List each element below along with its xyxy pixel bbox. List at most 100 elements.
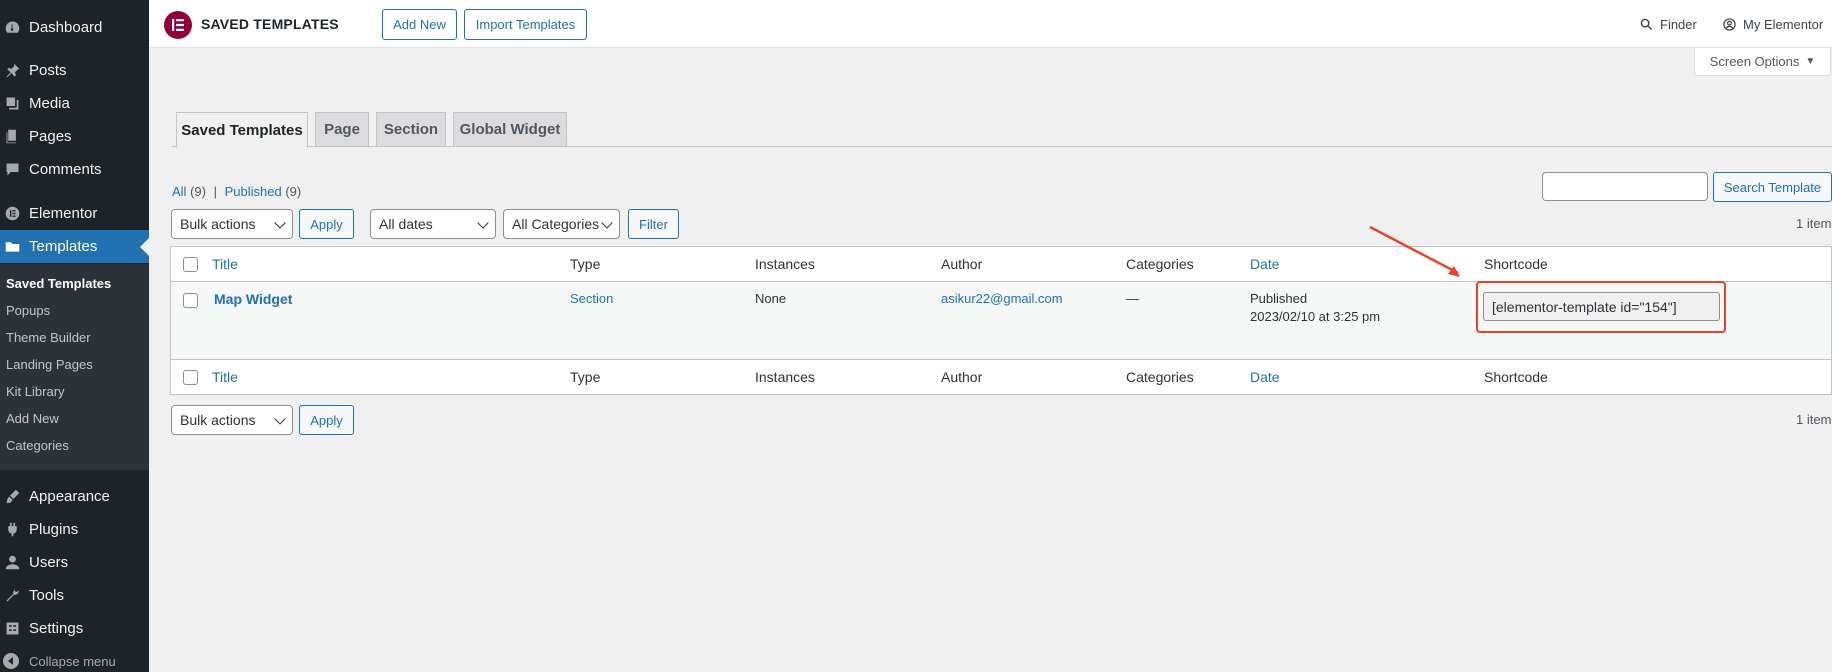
sidebar-item-label: Appearance [29, 488, 110, 505]
row-type-link[interactable]: Section [570, 291, 613, 306]
finder-link[interactable]: Finder [1640, 17, 1697, 32]
user-icon [3, 554, 21, 572]
sidebar-item-dashboard[interactable]: Dashboard [0, 11, 149, 44]
sidebar-item-label: Media [29, 95, 70, 112]
submenu-item-categories[interactable]: Categories [6, 438, 69, 453]
select-all-checkbox-footer[interactable] [183, 370, 198, 385]
column-author: Author [941, 256, 983, 272]
my-elementor-link[interactable]: My Elementor [1723, 17, 1823, 32]
sidebar-item-settings[interactable]: Settings [0, 612, 149, 645]
column-title[interactable]: Title [212, 256, 238, 272]
submenu-item-saved-templates[interactable]: Saved Templates [6, 276, 111, 291]
annotation-highlight-box [1476, 281, 1726, 333]
wrench-icon [3, 587, 21, 605]
chevron-down-icon [601, 217, 613, 229]
view-all-link[interactable]: All [172, 184, 186, 199]
folder-icon [3, 238, 21, 256]
add-new-button[interactable]: Add New [382, 9, 457, 40]
category-filter-select[interactable]: All Categories [503, 209, 620, 239]
row-date-status: Published [1250, 291, 1308, 306]
date-filter-select[interactable]: All dates [370, 209, 496, 239]
view-separator: | [213, 184, 217, 199]
chevron-down-icon [274, 413, 286, 425]
sidebar-item-elementor[interactable]: Elementor [0, 197, 149, 230]
column-date-footer[interactable]: Date [1250, 369, 1280, 385]
plugin-icon [3, 521, 21, 539]
screen-options-button[interactable]: Screen Options ▼ [1694, 48, 1831, 76]
sidebar-item-appearance[interactable]: Appearance [0, 480, 149, 513]
collapse-menu-button[interactable]: Collapse menu [0, 650, 149, 672]
column-title-footer[interactable]: Title [212, 369, 238, 385]
view-published-link[interactable]: Published [225, 184, 282, 199]
collapse-icon [3, 653, 19, 669]
submenu-item-popups[interactable]: Popups [6, 303, 50, 318]
items-count: 1 item [1796, 216, 1832, 231]
tab-section[interactable]: Section [376, 112, 446, 147]
sidebar-item-label: Comments [29, 161, 102, 178]
dashboard-icon [3, 19, 21, 37]
sidebar-item-label: Tools [29, 587, 65, 604]
row-checkbox[interactable] [183, 293, 198, 308]
pages-icon [3, 128, 21, 146]
tab-saved-templates[interactable]: Saved Templates [176, 112, 308, 148]
submenu-item-kit-library[interactable]: Kit Library [6, 384, 65, 399]
row-instances: None [755, 291, 787, 306]
row-author-link[interactable]: asikur22@gmail.com [941, 291, 1063, 306]
import-templates-button[interactable]: Import Templates [464, 9, 587, 40]
column-author-footer: Author [941, 369, 983, 385]
bulk-actions-select-bottom[interactable]: Bulk actions [171, 405, 293, 435]
items-count-bottom: 1 item [1796, 412, 1832, 427]
my-elementor-label: My Elementor [1743, 17, 1824, 32]
sidebar-item-users[interactable]: Users [0, 546, 149, 579]
view-published-count: (9) [285, 184, 302, 199]
column-shortcode: Shortcode [1484, 256, 1548, 272]
sidebar-item-tools[interactable]: Tools [0, 579, 149, 612]
sidebar-item-plugins[interactable]: Plugins [0, 513, 149, 546]
sidebar-item-media[interactable]: Media [0, 87, 149, 120]
search-template-button[interactable]: Search Template [1713, 172, 1832, 202]
user-circle-icon [1723, 18, 1736, 31]
tab-page[interactable]: Page [315, 112, 369, 147]
submenu-item-theme-builder[interactable]: Theme Builder [6, 330, 91, 345]
bulk-actions-value: Bulk actions [180, 216, 256, 232]
row-categories: — [1126, 291, 1139, 306]
filter-button[interactable]: Filter [628, 209, 679, 239]
sidebar-item-posts[interactable]: Posts [0, 54, 149, 87]
bulk-actions-value-bottom: Bulk actions [180, 412, 256, 428]
templates-submenu: Saved Templates Popups Theme Builder Lan… [0, 264, 149, 470]
column-categories-footer: Categories [1126, 369, 1194, 385]
apply-button-bottom[interactable]: Apply [299, 405, 354, 435]
sidebar-item-pages[interactable]: Pages [0, 120, 149, 153]
sidebar-item-comments[interactable]: Comments [0, 153, 149, 186]
caret-down-icon: ▼ [1805, 56, 1816, 67]
status-views: All (9) | Published (9) [172, 184, 301, 199]
elementor-logo [164, 11, 192, 39]
sidebar-item-label: Users [29, 554, 69, 571]
table-header: Title Type Instances Author Categories D… [171, 247, 1831, 282]
active-indicator [140, 238, 149, 256]
annotation-arrow [1369, 225, 1460, 277]
sidebar-item-label: Templates [29, 238, 98, 255]
submenu-item-landing-pages[interactable]: Landing Pages [6, 357, 93, 372]
select-all-checkbox[interactable] [183, 257, 198, 272]
sidebar-item-label: Posts [29, 62, 67, 79]
search-icon [1640, 18, 1653, 31]
chevron-down-icon [274, 217, 286, 229]
bulk-actions-select[interactable]: Bulk actions [171, 209, 293, 239]
column-instances: Instances [755, 256, 815, 272]
column-date[interactable]: Date [1250, 256, 1280, 272]
search-input[interactable] [1542, 172, 1708, 201]
finder-label: Finder [1660, 17, 1697, 32]
column-type: Type [570, 256, 601, 272]
table-footer: Title Type Instances Author Categories D… [171, 359, 1831, 394]
sidebar-item-templates[interactable]: Templates [0, 230, 149, 263]
page-title: SAVED TEMPLATES [201, 16, 339, 32]
submenu-item-add-new[interactable]: Add New [6, 411, 59, 426]
collapse-menu-label: Collapse menu [29, 653, 116, 669]
apply-button[interactable]: Apply [299, 209, 354, 239]
tab-global-widget[interactable]: Global Widget [453, 112, 567, 147]
comment-icon [3, 161, 21, 179]
settings-icon [3, 620, 21, 638]
row-title-link[interactable]: Map Widget [214, 291, 292, 307]
chevron-down-icon [477, 217, 489, 229]
